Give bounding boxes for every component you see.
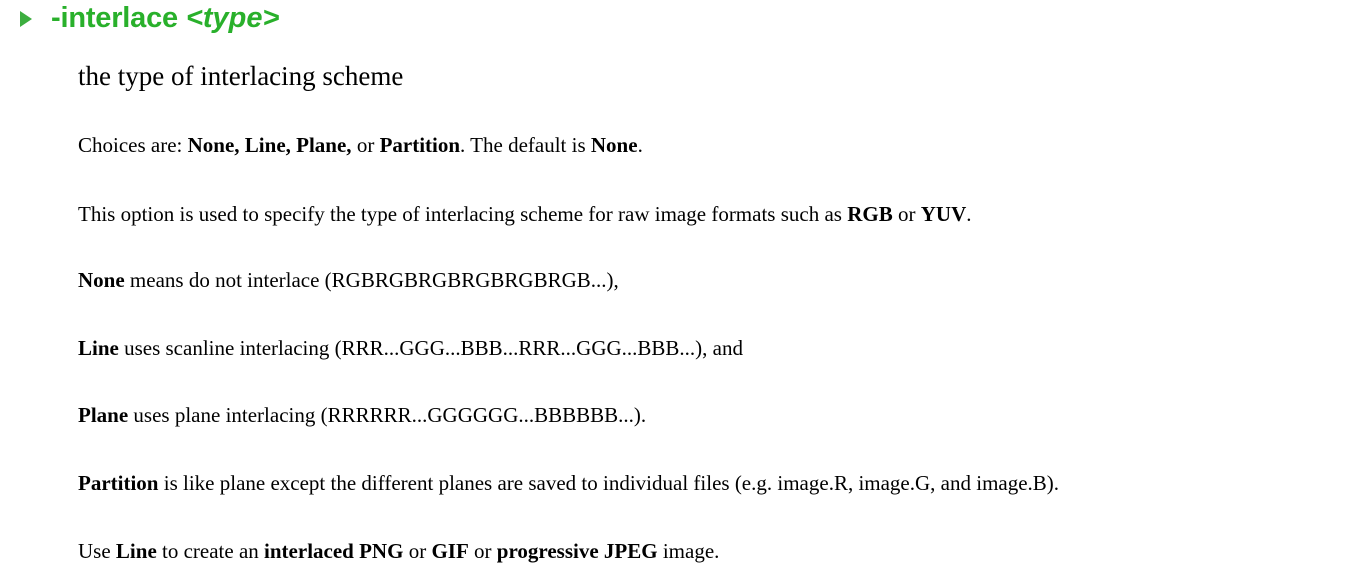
plane-paragraph: Plane uses plane interlacing (RRRRRR...G… <box>78 403 647 427</box>
purpose-paragraph: This option is used to specify the type … <box>78 202 972 226</box>
choices-paragraph: Choices are: None, Line, Plane, or Parti… <box>78 133 643 157</box>
option-argument: <type> <box>185 1 280 34</box>
expand-arrow-icon[interactable] <box>20 10 32 27</box>
option-summary: the type of interlacing scheme <box>78 61 404 91</box>
line-paragraph: Line uses scanline interlacing (RRR...GG… <box>78 336 743 360</box>
partition-paragraph: Partition is like plane except the diffe… <box>78 471 1060 495</box>
option-name: -interlace <box>51 1 178 34</box>
usage-paragraph: Use Line to create an interlaced PNG or … <box>78 539 720 563</box>
option-heading: -interlace <type> <box>20 0 279 36</box>
none-paragraph: None means do not interlace (RGBRGBRGBRG… <box>78 268 619 292</box>
